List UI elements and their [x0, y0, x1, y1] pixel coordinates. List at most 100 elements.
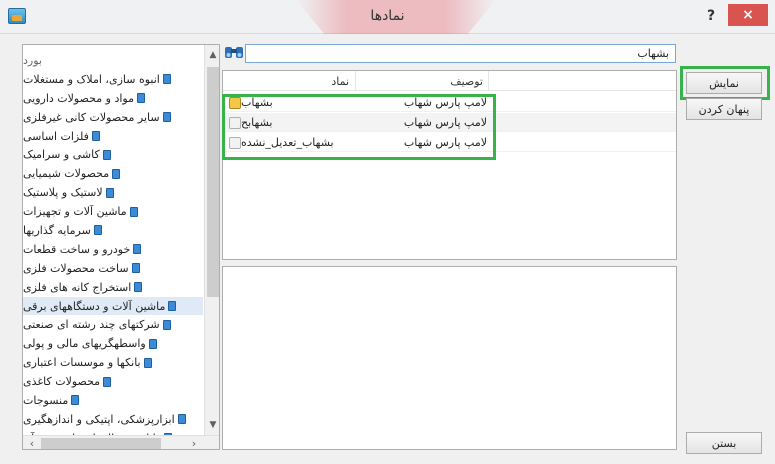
category-item[interactable]: بورد: [23, 51, 203, 70]
category-label: ماشین آلات و تجهیزات: [23, 205, 127, 219]
category-tree[interactable]: بورد انبوه سازی، املاک و مستغلات مواد و مح…: [22, 44, 220, 450]
close-window-button[interactable]: ×: [728, 4, 768, 26]
symbol-text: بشهابح: [241, 116, 273, 129]
category-label: انبوه سازی، املاک و مستغلات: [23, 72, 160, 86]
symbol-text: بشهاب_تعدیل_نشده: [241, 136, 334, 149]
category-label: ابزارپزشکی، اپتیکی و اندازهگیری: [23, 412, 175, 426]
category-item[interactable]: انبوه سازی، املاک و مستغلات: [23, 70, 203, 89]
category-label: خودرو و ساخت قطعات: [23, 242, 131, 256]
category-icon: [162, 319, 171, 330]
category-label: کاشی و سرامیک: [23, 148, 100, 162]
scroll-right-icon[interactable]: ›: [187, 436, 201, 449]
column-header-symbol[interactable]: نماد: [223, 75, 353, 88]
category-label: واسطهگریهای مالی و پولی: [23, 337, 146, 351]
column-separator: [488, 71, 489, 91]
category-icon: [129, 206, 138, 217]
category-item[interactable]: خودرو و ساخت قطعات: [23, 240, 203, 259]
category-icon: [105, 187, 114, 198]
category-icon: [131, 263, 140, 274]
symbol-cell: بشهابح: [225, 114, 353, 131]
category-icon: [103, 376, 112, 387]
show-button[interactable]: نمایش: [686, 72, 762, 94]
category-icon: [71, 395, 80, 406]
symbol-text: بشهاب: [241, 96, 273, 109]
category-label: منسوجات: [23, 393, 69, 407]
symbol-search-input[interactable]: [245, 44, 676, 63]
category-icon: [143, 357, 152, 368]
category-item[interactable]: ماشین آلات و تجهیزات: [23, 202, 203, 221]
category-item[interactable]: محصولات شیمیایی: [23, 164, 203, 183]
scroll-down-icon[interactable]: ▼: [205, 417, 219, 433]
details-panel: [222, 266, 677, 450]
category-icon: [93, 225, 102, 236]
active-symbol-icon: [229, 96, 241, 109]
vertical-scrollbar[interactable]: ▲ ▼: [204, 45, 219, 435]
category-label: استخراج کانه های فلزی: [23, 280, 132, 294]
results-header: نماد توصیف: [223, 71, 676, 91]
category-icon: [134, 282, 143, 293]
category-label: سایر محصولات کانی غیرفلزی: [23, 110, 160, 124]
category-icon: [133, 244, 142, 255]
category-label: ماشین آلات و دستگاههای برقی: [23, 299, 166, 313]
symbol-cell: بشهاب: [225, 94, 353, 111]
symbol-cell: بشهاب_تعدیل_نشده: [225, 134, 353, 151]
horizontal-scrollbar[interactable]: ‹ ›: [23, 435, 219, 449]
category-item[interactable]: لاستیک و پلاستیک: [23, 183, 203, 202]
category-icon: [162, 74, 171, 85]
category-item[interactable]: شرکتهای چند رشته ای صنعتی: [23, 315, 203, 334]
column-header-description[interactable]: توصیف: [357, 75, 487, 88]
category-item[interactable]: محصولات کاغذی: [23, 372, 203, 391]
category-icon: [148, 338, 157, 349]
category-list: بورد انبوه سازی، املاک و مستغلات مواد و مح…: [23, 51, 203, 449]
category-item[interactable]: واسطهگریهای مالی و پولی: [23, 334, 203, 353]
help-button[interactable]: ?: [702, 6, 720, 26]
scroll-up-icon[interactable]: ▲: [205, 47, 219, 63]
description-cell: لامپ پارس شهاب: [403, 136, 487, 149]
category-icon: [102, 149, 111, 160]
category-item[interactable]: فلزات اساسی: [23, 127, 203, 146]
category-label: بورد: [23, 53, 42, 67]
category-item[interactable]: سرمایه گذاریها: [23, 221, 203, 240]
category-label: سرمایه گذاریها: [23, 223, 91, 237]
category-item[interactable]: منسوجات: [23, 391, 203, 410]
category-item[interactable]: سایر محصولات کانی غیرفلزی: [23, 108, 203, 127]
category-label: شرکتهای چند رشته ای صنعتی: [23, 318, 160, 332]
category-icon: [177, 414, 186, 425]
category-item[interactable]: ماشین آلات و دستگاههای برقی: [23, 296, 203, 316]
category-item[interactable]: بانکها و موسسات اعتباری: [23, 353, 203, 372]
close-button[interactable]: بستن: [686, 432, 762, 454]
category-icon: [168, 301, 177, 312]
category-label: لاستیک و پلاستیک: [23, 186, 103, 200]
category-item[interactable]: مواد و محصولات دارویی: [23, 89, 203, 108]
category-label: ساخت محصولات فلزی: [23, 261, 129, 275]
results-table: نماد توصیف بشهاب لامپ پارس شهاب بشهابح لامپ…: [222, 70, 677, 260]
horizontal-scroll-thumb[interactable]: [41, 438, 161, 449]
binoculars-icon: [225, 47, 243, 58]
category-label: فلزات اساسی: [23, 129, 89, 143]
table-row[interactable]: بشهاب_تعدیل_نشده لامپ پارس شهاب: [223, 133, 676, 152]
inactive-symbol-icon: [229, 116, 241, 129]
table-row[interactable]: بشهاب لامپ پارس شهاب: [223, 93, 676, 112]
category-icon: [91, 131, 100, 141]
vertical-scroll-thumb[interactable]: [207, 67, 219, 297]
category-icon: [112, 168, 121, 179]
column-separator: [355, 71, 356, 91]
inactive-symbol-icon: [229, 136, 241, 149]
category-label: مواد و محصولات دارویی: [23, 91, 134, 105]
category-label: محصولات شیمیایی: [23, 167, 110, 181]
category-item[interactable]: ساخت محصولات فلزی: [23, 259, 203, 278]
hide-button[interactable]: پنهان کردن: [686, 98, 762, 120]
category-item[interactable]: ابزارپزشکی، اپتیکی و اندازهگیری: [23, 410, 203, 429]
scroll-left-icon[interactable]: ‹: [25, 436, 39, 449]
description-cell: لامپ پارس شهاب: [403, 116, 487, 129]
description-cell: لامپ پارس شهاب: [403, 96, 487, 109]
category-item[interactable]: استخراج کانه های فلزی: [23, 278, 203, 297]
category-icon: [162, 112, 171, 123]
window-title: نمادها: [370, 8, 405, 24]
category-label: بانکها و موسسات اعتباری: [23, 356, 141, 370]
category-icon: [136, 93, 145, 104]
category-label: محصولات کاغذی: [23, 375, 101, 389]
title-bar: نمادها ? ×: [0, 0, 775, 36]
category-item[interactable]: کاشی و سرامیک: [23, 145, 203, 164]
table-row[interactable]: بشهابح لامپ پارس شهاب: [223, 113, 676, 132]
